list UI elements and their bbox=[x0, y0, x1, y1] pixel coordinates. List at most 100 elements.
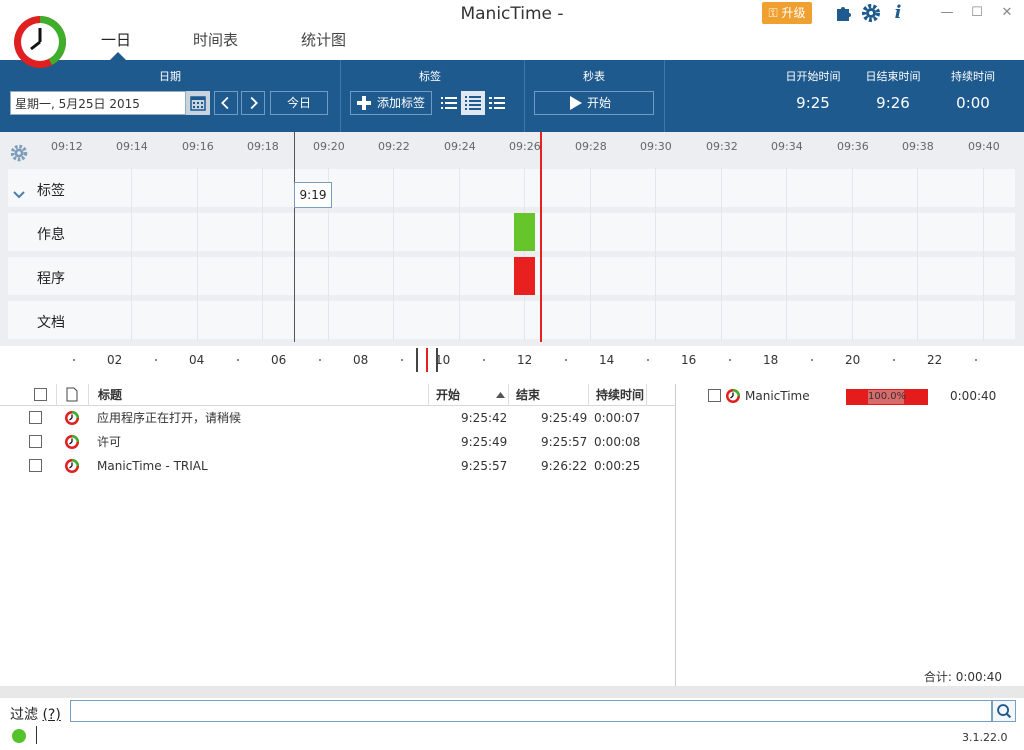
filter-help-link[interactable]: (?) bbox=[42, 707, 60, 723]
ruler-label: 16 bbox=[681, 353, 697, 367]
ruler-label: 22 bbox=[927, 353, 943, 367]
minimize-icon[interactable]: — bbox=[934, 2, 960, 24]
duration-value: 0:00 bbox=[956, 94, 990, 112]
timeline-tick: 09:16 bbox=[182, 140, 214, 153]
tab-day[interactable]: 一日 bbox=[101, 29, 131, 50]
stopwatch-start-button[interactable]: 开始 bbox=[534, 91, 654, 115]
compact-list-icon[interactable] bbox=[485, 91, 509, 115]
detail-list-icon[interactable] bbox=[461, 91, 485, 115]
grid-line bbox=[721, 168, 722, 340]
row-checkbox[interactable] bbox=[29, 435, 42, 448]
plus-icon bbox=[357, 96, 371, 110]
lane-activity[interactable]: 作息 bbox=[8, 213, 1015, 251]
column-end[interactable]: 结束 bbox=[516, 384, 540, 406]
ruler-label: 18 bbox=[763, 353, 779, 367]
summary-total: 合计: 0:00:40 bbox=[923, 670, 1002, 684]
toolbar-divider bbox=[524, 60, 525, 132]
timeline-tick: 09:38 bbox=[902, 140, 934, 153]
ruler-dot bbox=[565, 359, 567, 361]
manictime-app-icon bbox=[65, 435, 79, 449]
search-icon[interactable] bbox=[992, 700, 1016, 722]
ruler-dot bbox=[73, 359, 75, 361]
ruler-label: 20 bbox=[845, 353, 861, 367]
prev-day-button[interactable] bbox=[214, 91, 238, 115]
upgrade-button[interactable]: ⚿ 升级 bbox=[762, 2, 812, 24]
stopwatch-header: 秒表 bbox=[583, 70, 605, 83]
duration-header: 持续时间 bbox=[951, 70, 995, 83]
timeline-tick: 09:14 bbox=[116, 140, 148, 153]
select-all-checkbox[interactable] bbox=[34, 388, 47, 401]
ruler-dot bbox=[647, 359, 649, 361]
table-row[interactable]: 应用程序正在打开，请稍候 9:25:42 9:25:49 0:00:07 bbox=[0, 406, 676, 430]
puzzle-icon[interactable] bbox=[834, 3, 854, 23]
grid-line bbox=[590, 168, 591, 340]
info-icon[interactable]: i bbox=[888, 3, 908, 23]
tab-timesheet[interactable]: 时间表 bbox=[193, 29, 238, 50]
lane-programs[interactable]: 程序 bbox=[8, 257, 1015, 295]
timeline-tick: 09:40 bbox=[968, 140, 1000, 153]
ruler-dot bbox=[401, 359, 403, 361]
grid-line bbox=[197, 168, 198, 340]
ruler-dot bbox=[893, 359, 895, 361]
add-tag-button[interactable]: 添加标签 bbox=[350, 91, 432, 115]
filter-label: 过滤 (?) bbox=[10, 704, 61, 724]
tab-charts[interactable]: 统计图 bbox=[301, 29, 346, 50]
play-icon bbox=[570, 96, 582, 110]
maximize-icon[interactable]: ☐ bbox=[964, 2, 990, 24]
filter-input[interactable] bbox=[70, 700, 992, 722]
row-end: 9:26:22 bbox=[541, 459, 588, 473]
column-divider bbox=[588, 384, 589, 406]
toolbar-divider bbox=[664, 60, 665, 132]
table-row[interactable]: 许可 9:25:49 9:25:57 0:00:08 bbox=[0, 430, 676, 454]
grid-line bbox=[524, 168, 525, 340]
lane-documents[interactable]: 文档 bbox=[8, 301, 1015, 339]
program-block[interactable] bbox=[514, 257, 535, 295]
gear-icon[interactable] bbox=[861, 3, 881, 23]
column-start[interactable]: 开始 bbox=[436, 384, 460, 406]
timeline[interactable]: 09:12 09:14 09:16 09:18 09:20 09:22 09:2… bbox=[0, 132, 1024, 346]
date-field[interactable]: 星期一, 5月25日 2015 bbox=[10, 91, 186, 115]
calendar-icon[interactable] bbox=[186, 91, 210, 115]
next-day-button[interactable] bbox=[241, 91, 265, 115]
ruler-dot bbox=[319, 359, 321, 361]
manictime-app-icon bbox=[65, 459, 79, 473]
row-checkbox[interactable] bbox=[29, 411, 42, 424]
summary-time: 0:00:40 bbox=[950, 389, 997, 403]
timeline-tick: 09:12 bbox=[51, 140, 83, 153]
table-row[interactable]: ManicTime - TRIAL 9:25:57 9:26:22 0:00:2… bbox=[0, 454, 676, 478]
row-start: 9:25:42 bbox=[461, 411, 508, 425]
tags-header: 标签 bbox=[419, 70, 441, 83]
ruler-dot bbox=[975, 359, 977, 361]
day-start-header: 日开始时间 bbox=[785, 70, 841, 83]
summary-checkbox[interactable] bbox=[708, 389, 721, 402]
lane-tags[interactable]: 标签 bbox=[8, 169, 1015, 207]
summary-panel: ManicTime 100.0% 0:00:40 合计: 0:00:40 bbox=[686, 384, 1024, 686]
ruler-selection-window[interactable] bbox=[416, 348, 438, 372]
list-view-icon[interactable] bbox=[437, 91, 461, 115]
ruler-label: 02 bbox=[107, 353, 123, 367]
timeline-tick: 09:26 bbox=[509, 140, 541, 153]
timeline-tick: 09:30 bbox=[640, 140, 672, 153]
close-icon[interactable]: ✕ bbox=[994, 2, 1020, 24]
chevron-down-icon[interactable] bbox=[12, 190, 26, 200]
today-button[interactable]: 今日 bbox=[270, 91, 328, 115]
ruler-dot bbox=[729, 359, 731, 361]
day-end-value: 9:26 bbox=[876, 94, 910, 112]
column-title[interactable]: 标题 bbox=[98, 384, 122, 406]
column-divider bbox=[56, 384, 57, 406]
grid-line bbox=[459, 168, 460, 340]
row-checkbox[interactable] bbox=[29, 459, 42, 472]
day-overview-ruler[interactable]: 02 04 06 08 10 12 14 16 18 20 22 bbox=[8, 348, 1015, 372]
gear-icon[interactable] bbox=[10, 144, 28, 162]
summary-row[interactable]: ManicTime 100.0% 0:00:40 bbox=[686, 384, 1024, 408]
start-label: 开始 bbox=[587, 96, 612, 110]
row-end: 9:25:49 bbox=[541, 411, 588, 425]
ruler-dot bbox=[811, 359, 813, 361]
grid-line bbox=[983, 168, 984, 340]
activity-block[interactable] bbox=[514, 213, 535, 251]
active-tab-indicator bbox=[110, 52, 126, 60]
ruler-label: 12 bbox=[517, 353, 533, 367]
grid-line bbox=[786, 168, 787, 340]
summary-app-name: ManicTime bbox=[745, 389, 810, 403]
column-duration[interactable]: 持续时间 bbox=[596, 384, 644, 406]
